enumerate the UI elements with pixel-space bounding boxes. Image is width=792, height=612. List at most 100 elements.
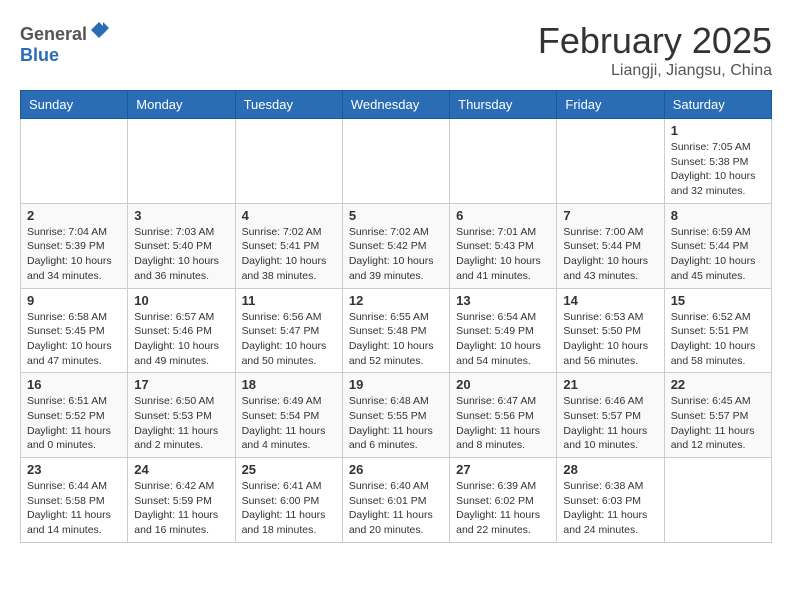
calendar-cell	[450, 119, 557, 204]
calendar-week-4: 16 Sunrise: 6:51 AMSunset: 5:52 PMDayligh…	[21, 373, 772, 458]
day-info: Sunrise: 6:42 AMSunset: 5:59 PMDaylight:…	[134, 479, 228, 538]
calendar-header-thursday: Thursday	[450, 91, 557, 119]
logo-text: General Blue	[20, 20, 109, 66]
day-number: 2	[27, 208, 121, 223]
day-number: 24	[134, 462, 228, 477]
day-info: Sunrise: 6:39 AMSunset: 6:02 PMDaylight:…	[456, 479, 550, 538]
day-info: Sunrise: 7:02 AMSunset: 5:41 PMDaylight:…	[242, 225, 336, 284]
calendar-cell: 21 Sunrise: 6:46 AMSunset: 5:57 PMDayligh…	[557, 373, 664, 458]
logo-icon	[89, 20, 109, 40]
calendar-cell: 15Sunrise: 6:52 AMSunset: 5:51 PMDayligh…	[664, 288, 771, 373]
day-number: 10	[134, 293, 228, 308]
calendar-header-friday: Friday	[557, 91, 664, 119]
day-number: 16	[27, 377, 121, 392]
day-info: Sunrise: 6:40 AMSunset: 6:01 PMDaylight:…	[349, 479, 443, 538]
day-number: 25	[242, 462, 336, 477]
calendar-header-sunday: Sunday	[21, 91, 128, 119]
calendar-header-tuesday: Tuesday	[235, 91, 342, 119]
day-number: 1	[671, 123, 765, 138]
logo: General Blue	[20, 20, 109, 66]
day-number: 19	[349, 377, 443, 392]
day-info: Sunrise: 6:44 AMSunset: 5:58 PMDaylight:…	[27, 479, 121, 538]
day-number: 17	[134, 377, 228, 392]
calendar-cell: 23 Sunrise: 6:44 AMSunset: 5:58 PMDayligh…	[21, 458, 128, 543]
calendar-cell: 22 Sunrise: 6:45 AMSunset: 5:57 PMDayligh…	[664, 373, 771, 458]
day-number: 22	[671, 377, 765, 392]
day-info: Sunrise: 6:49 AMSunset: 5:54 PMDaylight:…	[242, 394, 336, 453]
calendar-cell: 11 Sunrise: 6:56 AMSunset: 5:47 PMDayligh…	[235, 288, 342, 373]
day-info: Sunrise: 6:59 AMSunset: 5:44 PMDaylight:…	[671, 225, 765, 284]
calendar-cell: 4 Sunrise: 7:02 AMSunset: 5:41 PMDaylight…	[235, 203, 342, 288]
day-number: 4	[242, 208, 336, 223]
calendar-cell: 20 Sunrise: 6:47 AMSunset: 5:56 PMDayligh…	[450, 373, 557, 458]
day-number: 5	[349, 208, 443, 223]
calendar-cell: 28 Sunrise: 6:38 AMSunset: 6:03 PMDayligh…	[557, 458, 664, 543]
day-info: Sunrise: 6:38 AMSunset: 6:03 PMDaylight:…	[563, 479, 657, 538]
calendar-header-wednesday: Wednesday	[342, 91, 449, 119]
day-info: Sunrise: 6:55 AMSunset: 5:48 PMDaylight:…	[349, 310, 443, 369]
day-info: Sunrise: 6:58 AMSunset: 5:45 PMDaylight:…	[27, 310, 121, 369]
day-number: 15	[671, 293, 765, 308]
day-info: Sunrise: 6:47 AMSunset: 5:56 PMDaylight:…	[456, 394, 550, 453]
calendar-cell	[235, 119, 342, 204]
calendar-cell: 9 Sunrise: 6:58 AMSunset: 5:45 PMDaylight…	[21, 288, 128, 373]
calendar-cell: 8 Sunrise: 6:59 AMSunset: 5:44 PMDaylight…	[664, 203, 771, 288]
day-info: Sunrise: 7:02 AMSunset: 5:42 PMDaylight:…	[349, 225, 443, 284]
day-number: 26	[349, 462, 443, 477]
calendar-header-monday: Monday	[128, 91, 235, 119]
day-number: 28	[563, 462, 657, 477]
calendar-cell: 12 Sunrise: 6:55 AMSunset: 5:48 PMDayligh…	[342, 288, 449, 373]
calendar-cell: 14Sunrise: 6:53 AMSunset: 5:50 PMDayligh…	[557, 288, 664, 373]
day-number: 13	[456, 293, 550, 308]
logo-general: General	[20, 24, 87, 44]
day-info: Sunrise: 6:48 AMSunset: 5:55 PMDaylight:…	[349, 394, 443, 453]
day-number: 11	[242, 293, 336, 308]
calendar-cell	[557, 119, 664, 204]
calendar-cell: 7 Sunrise: 7:00 AMSunset: 5:44 PMDaylight…	[557, 203, 664, 288]
day-info: Sunrise: 6:46 AMSunset: 5:57 PMDaylight:…	[563, 394, 657, 453]
calendar-cell: 26 Sunrise: 6:40 AMSunset: 6:01 PMDayligh…	[342, 458, 449, 543]
calendar-week-3: 9 Sunrise: 6:58 AMSunset: 5:45 PMDaylight…	[21, 288, 772, 373]
calendar-cell: 2 Sunrise: 7:04 AMSunset: 5:39 PMDaylight…	[21, 203, 128, 288]
day-info: Sunrise: 7:04 AMSunset: 5:39 PMDaylight:…	[27, 225, 121, 284]
day-info: Sunrise: 6:45 AMSunset: 5:57 PMDaylight:…	[671, 394, 765, 453]
calendar-header-saturday: Saturday	[664, 91, 771, 119]
title-section: February 2025 Liangji, Jiangsu, China	[538, 20, 772, 80]
calendar-cell: 27 Sunrise: 6:39 AMSunset: 6:02 PMDayligh…	[450, 458, 557, 543]
day-number: 7	[563, 208, 657, 223]
calendar-week-2: 2 Sunrise: 7:04 AMSunset: 5:39 PMDaylight…	[21, 203, 772, 288]
page-header: General Blue February 2025 Liangji, Jian…	[20, 20, 772, 80]
day-number: 23	[27, 462, 121, 477]
day-info: Sunrise: 6:51 AMSunset: 5:52 PMDaylight:…	[27, 394, 121, 453]
calendar-cell: 5 Sunrise: 7:02 AMSunset: 5:42 PMDaylight…	[342, 203, 449, 288]
day-number: 6	[456, 208, 550, 223]
day-number: 18	[242, 377, 336, 392]
calendar-cell	[664, 458, 771, 543]
day-info: Sunrise: 6:57 AMSunset: 5:46 PMDaylight:…	[134, 310, 228, 369]
calendar-week-5: 23 Sunrise: 6:44 AMSunset: 5:58 PMDayligh…	[21, 458, 772, 543]
day-number: 21	[563, 377, 657, 392]
day-number: 14	[563, 293, 657, 308]
day-number: 12	[349, 293, 443, 308]
day-number: 27	[456, 462, 550, 477]
calendar-header-row: SundayMondayTuesdayWednesdayThursdayFrid…	[21, 91, 772, 119]
calendar-cell: 1 Sunrise: 7:05 AMSunset: 5:38 PMDaylight…	[664, 119, 771, 204]
calendar-cell: 17 Sunrise: 6:50 AMSunset: 5:53 PMDayligh…	[128, 373, 235, 458]
day-info: Sunrise: 7:03 AMSunset: 5:40 PMDaylight:…	[134, 225, 228, 284]
day-info: Sunrise: 6:56 AMSunset: 5:47 PMDaylight:…	[242, 310, 336, 369]
calendar-cell: 18 Sunrise: 6:49 AMSunset: 5:54 PMDayligh…	[235, 373, 342, 458]
day-number: 20	[456, 377, 550, 392]
month-title: February 2025	[538, 20, 772, 62]
day-info: Sunrise: 7:00 AMSunset: 5:44 PMDaylight:…	[563, 225, 657, 284]
calendar-cell: 13 Sunrise: 6:54 AMSunset: 5:49 PMDayligh…	[450, 288, 557, 373]
day-number: 9	[27, 293, 121, 308]
calendar-cell	[21, 119, 128, 204]
day-info: Sunrise: 6:50 AMSunset: 5:53 PMDaylight:…	[134, 394, 228, 453]
calendar-cell: 25Sunrise: 6:41 AMSunset: 6:00 PMDayligh…	[235, 458, 342, 543]
calendar-cell: 24 Sunrise: 6:42 AMSunset: 5:59 PMDayligh…	[128, 458, 235, 543]
day-number: 8	[671, 208, 765, 223]
logo-blue: Blue	[20, 45, 59, 65]
day-info: Sunrise: 6:54 AMSunset: 5:49 PMDaylight:…	[456, 310, 550, 369]
day-info: Sunrise: 7:05 AMSunset: 5:38 PMDaylight:…	[671, 140, 765, 199]
day-info: Sunrise: 7:01 AMSunset: 5:43 PMDaylight:…	[456, 225, 550, 284]
